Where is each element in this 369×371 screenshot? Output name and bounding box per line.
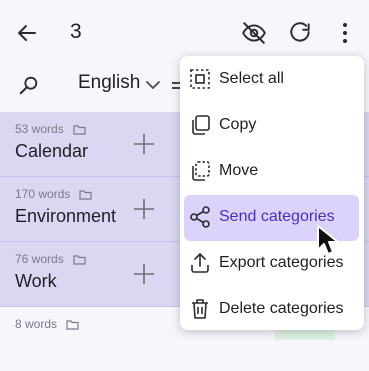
top-app-bar: 3	[0, 0, 369, 64]
eye-off-icon[interactable]	[240, 19, 268, 47]
menu-item-label: Move	[219, 162, 259, 179]
word-count: 8 words	[15, 317, 58, 331]
category-meta: 170 words	[15, 187, 92, 201]
category-name: Work	[15, 271, 57, 291]
menu-item-copy[interactable]: Copy	[180, 102, 364, 148]
refresh-icon[interactable]	[286, 19, 314, 47]
word-count: 53 words	[15, 122, 64, 136]
menu-item-select-all[interactable]: Select all	[180, 56, 364, 102]
word-count: 76 words	[15, 252, 64, 266]
category-meta: 8 words	[15, 317, 79, 331]
back-arrow-icon[interactable]	[14, 20, 40, 46]
folder-icon	[66, 319, 79, 330]
more-vert-icon[interactable]	[333, 19, 357, 47]
folder-icon	[79, 189, 92, 200]
export-icon	[191, 253, 209, 273]
menu-item-delete-categories[interactable]: Delete categories	[180, 286, 364, 332]
menu-item-label: Copy	[219, 116, 257, 133]
menu-item-label: Export categories	[219, 254, 344, 271]
selection-count: 3	[70, 20, 82, 43]
move-icon	[192, 161, 210, 181]
menu-item-label: Delete categories	[219, 300, 344, 317]
category-name: Environment	[15, 206, 117, 226]
language-selector[interactable]: English	[78, 72, 140, 94]
folder-icon	[73, 124, 86, 135]
category-meta: 53 words	[15, 122, 86, 136]
category-meta: 76 words	[15, 252, 86, 266]
menu-item-label: Select all	[219, 70, 284, 87]
drag-handle-icon[interactable]	[133, 198, 155, 220]
drag-handle-icon[interactable]	[133, 263, 155, 285]
mouse-cursor-icon	[317, 225, 339, 255]
drag-handle-icon[interactable]	[133, 133, 155, 155]
category-name: Calendar	[15, 141, 89, 161]
menu-item-move[interactable]: Move	[180, 148, 364, 194]
folder-icon	[73, 254, 86, 265]
word-count: 170 words	[15, 187, 71, 201]
select-all-icon	[190, 69, 210, 89]
chevron-down-icon[interactable]	[144, 76, 162, 94]
search-icon[interactable]	[16, 72, 42, 98]
share-icon	[190, 206, 210, 228]
copy-icon	[192, 115, 210, 135]
overflow-menu: Select all Copy Move Send categories Exp…	[180, 56, 364, 330]
trash-icon	[192, 299, 208, 319]
language-label: English	[78, 72, 141, 93]
